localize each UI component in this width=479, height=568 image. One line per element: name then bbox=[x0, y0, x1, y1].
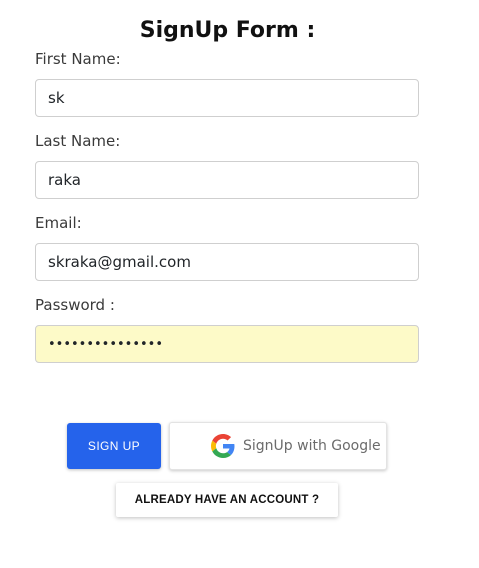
password-label: Password : bbox=[35, 296, 115, 314]
first-name-input[interactable] bbox=[35, 79, 419, 117]
first-name-label: First Name: bbox=[35, 50, 121, 68]
password-input[interactable] bbox=[35, 325, 419, 363]
last-name-input[interactable] bbox=[35, 161, 419, 199]
email-input[interactable] bbox=[35, 243, 419, 281]
already-have-account-button[interactable]: ALREADY HAVE AN ACCOUNT ? bbox=[116, 483, 338, 517]
email-label: Email: bbox=[35, 214, 82, 232]
last-name-label: Last Name: bbox=[35, 132, 121, 150]
google-signup-label: SignUp with Google bbox=[243, 438, 381, 454]
google-signup-button[interactable]: SignUp with Google bbox=[169, 422, 387, 470]
form-title: SignUp Form : bbox=[139, 18, 316, 43]
google-g-icon bbox=[211, 434, 235, 458]
signup-button[interactable]: SIGN UP bbox=[67, 423, 161, 469]
